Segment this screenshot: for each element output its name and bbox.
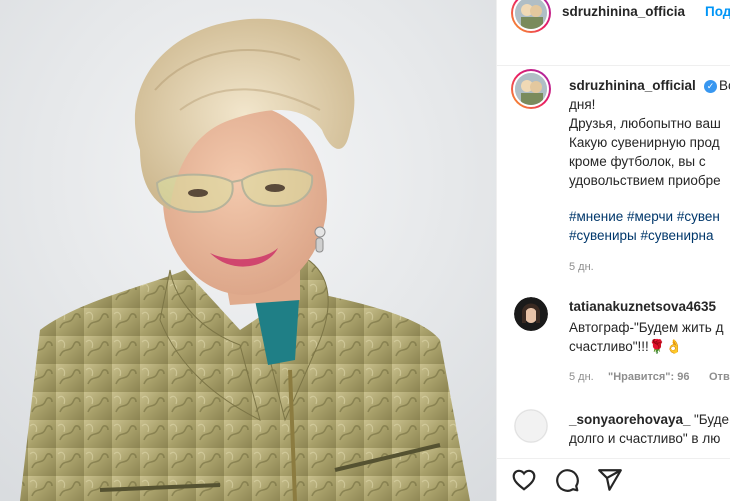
caption-avatar[interactable] — [511, 69, 551, 109]
comment-icon[interactable] — [554, 467, 580, 493]
comment-line: долго и счастливо" в лю — [569, 431, 721, 446]
avatar-image — [514, 297, 548, 331]
hashtag-line[interactable]: #мнение #мерчи #сувен — [569, 207, 730, 226]
author-avatar[interactable] — [511, 0, 551, 33]
caption-line: Какую сувенирную прод — [569, 135, 720, 150]
commenter-avatar[interactable] — [514, 409, 548, 443]
avatar-image — [514, 409, 548, 443]
share-icon[interactable] — [597, 467, 623, 493]
comment-first-words: "Буде — [694, 412, 730, 427]
caption-line: удовольствием приобре — [569, 173, 721, 188]
comment-timestamp[interactable]: 5 дн. — [569, 371, 594, 383]
author-username[interactable]: sdruzhinina_officia — [562, 4, 685, 19]
post-header: sdruzhinina_officia Подп — [497, 0, 730, 66]
avatar-image — [515, 73, 547, 105]
verified-badge-icon: ✓ — [704, 80, 717, 93]
caption-line: Друзья, любопытно ваш — [569, 116, 721, 131]
commenter-username[interactable]: tatianakuznetsova4635 — [569, 299, 716, 314]
post-actions-bar — [497, 458, 730, 501]
comment-line: счастливо"!!!🌹👌 — [569, 339, 683, 354]
heart-icon[interactable] — [511, 467, 537, 493]
hashtag-line[interactable]: #сувениры #сувенирна — [569, 226, 730, 245]
comment-likes[interactable]: "Нравится": 96 — [608, 371, 689, 383]
caption-username[interactable]: sdruzhinina_official — [569, 78, 696, 93]
caption-line: дня! — [569, 97, 596, 112]
commenter-avatar[interactable] — [514, 297, 548, 331]
caption-line: кроме футболок, вы с — [569, 154, 706, 169]
avatar-image — [515, 0, 547, 29]
caption-timestamp[interactable]: 5 дн. — [569, 261, 594, 273]
post-side-panel: sdruzhinina_officia Подп sdruzhinina_off… — [496, 0, 730, 501]
reply-button[interactable]: Отв — [709, 371, 730, 383]
post-photo[interactable] — [0, 0, 496, 501]
follow-button[interactable]: Подп — [705, 4, 730, 19]
commenter-username[interactable]: _sonyaorehovaya_ — [569, 412, 691, 427]
post-image — [0, 0, 496, 501]
comment-line: Автограф-"Будем жить д — [569, 320, 724, 335]
caption-first-words: Во — [719, 78, 730, 93]
